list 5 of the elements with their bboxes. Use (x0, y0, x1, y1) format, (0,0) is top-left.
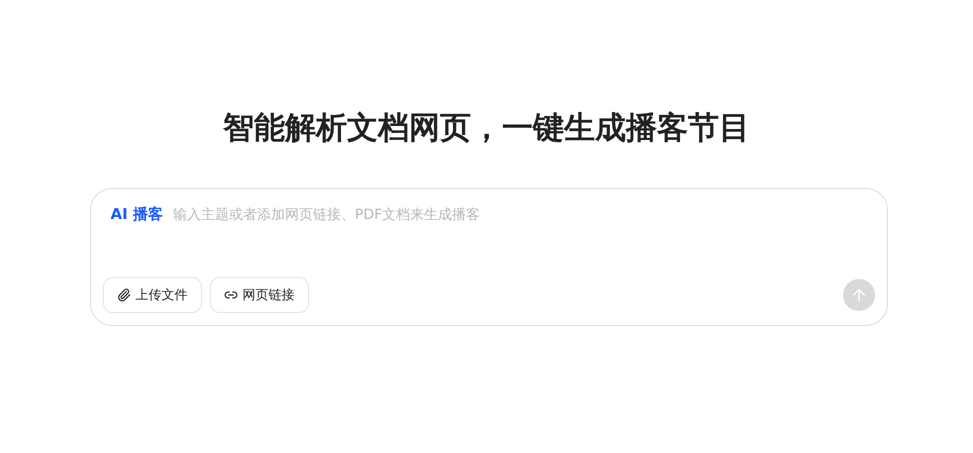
mode-label: AI 播客 (110, 205, 163, 224)
paperclip-icon (116, 288, 130, 302)
headline: 智能解析文档网页，一键生成播客节目 (223, 109, 750, 148)
upload-file-button[interactable]: 上传文件 (102, 277, 202, 313)
web-link-button[interactable]: 网页链接 (210, 277, 308, 313)
